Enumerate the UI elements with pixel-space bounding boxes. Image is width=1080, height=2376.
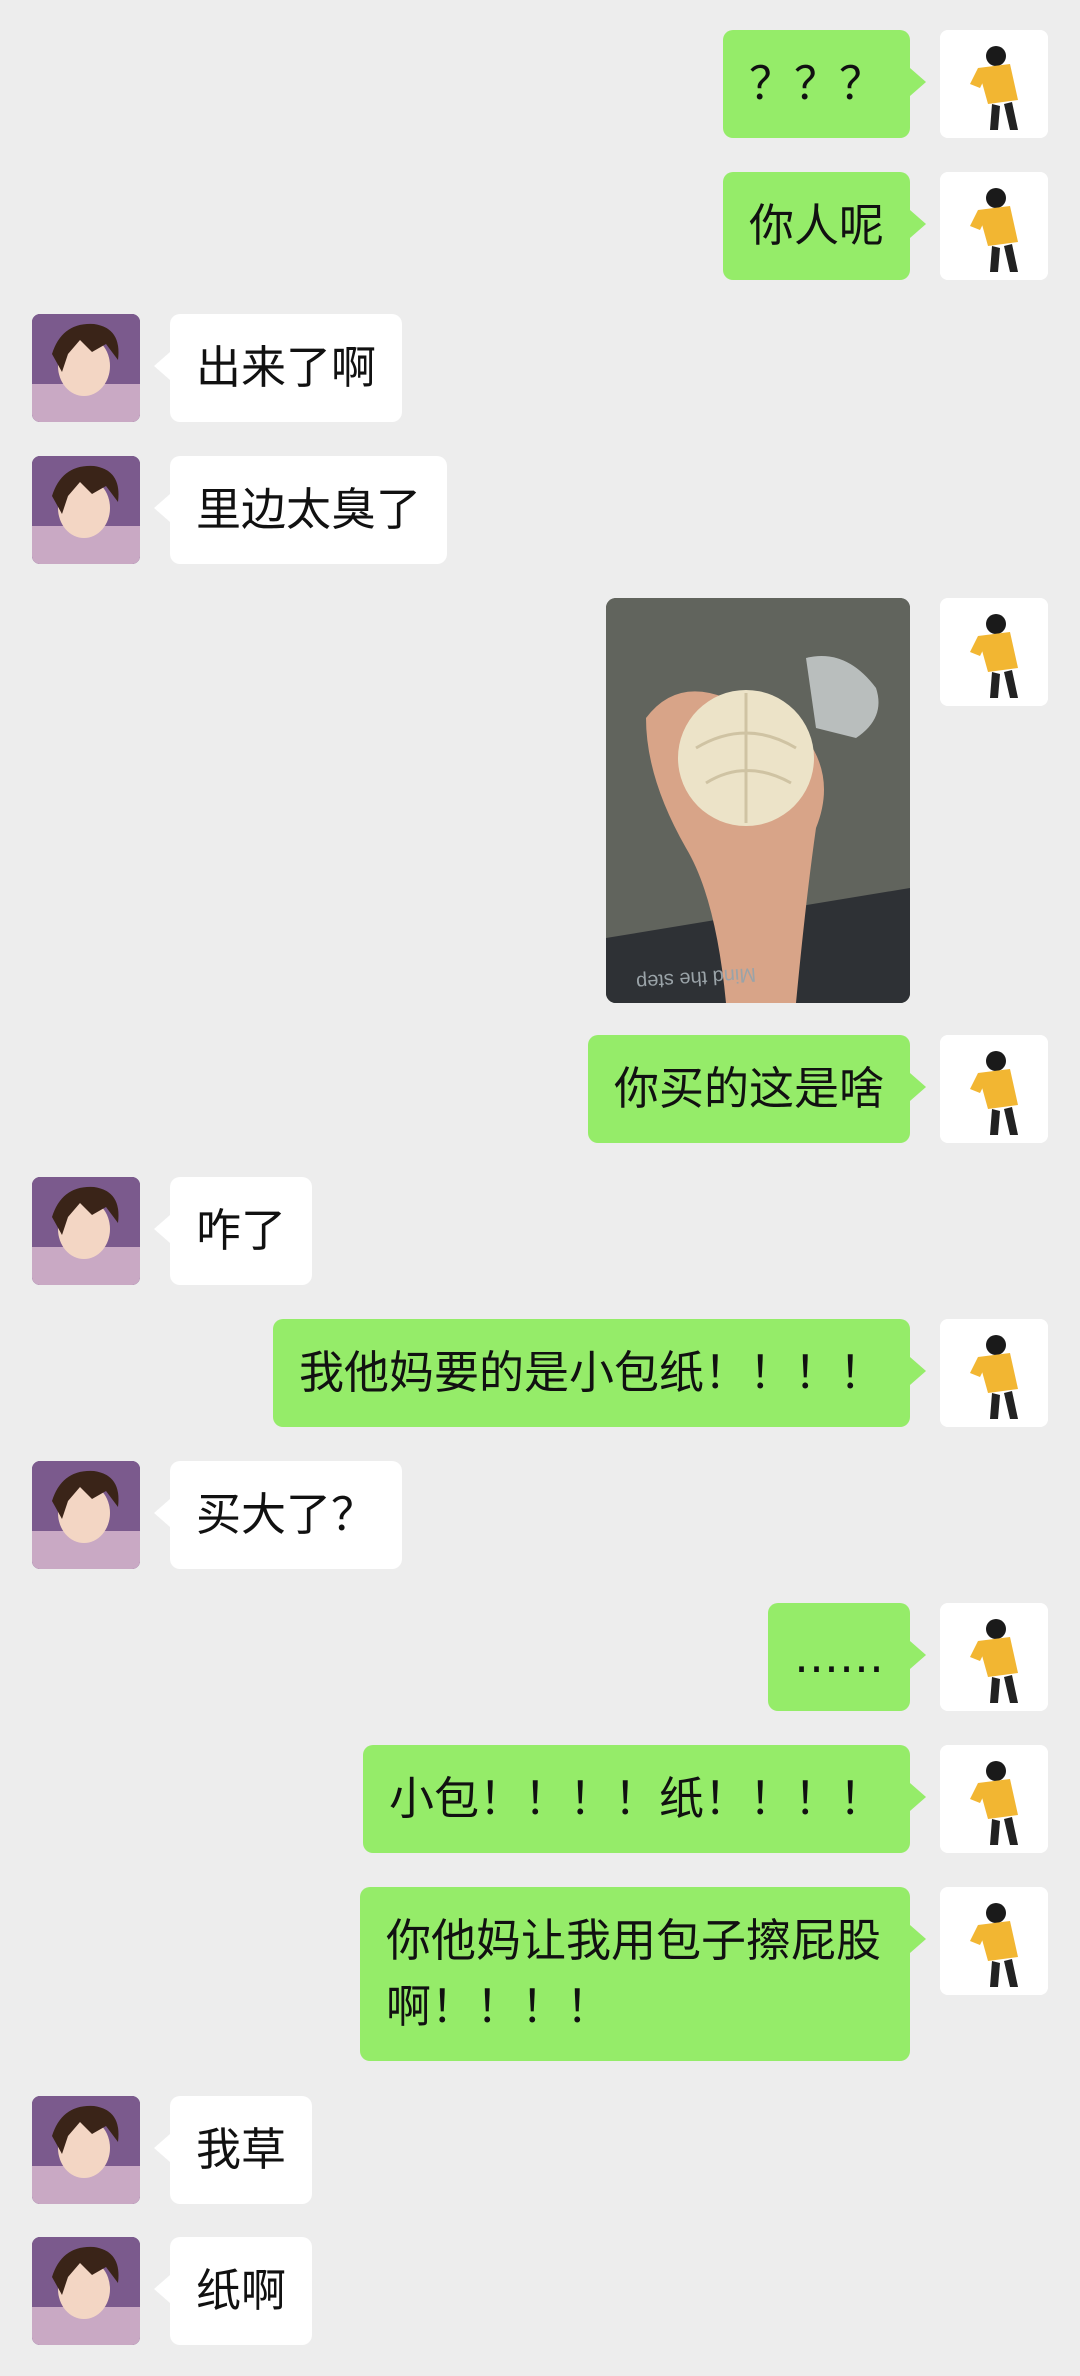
contact-avatar[interactable] [32, 1461, 140, 1569]
my-avatar[interactable] [940, 1603, 1048, 1711]
sent-message-bubble[interactable]: 你他妈让我用包子擦屁股啊！！！！ [360, 1887, 926, 2061]
received-message-bubble[interactable]: 里边太臭了 [153, 456, 448, 564]
my-avatar[interactable] [940, 1887, 1048, 1995]
yellow-shirt-figure-icon [940, 172, 1048, 280]
sent-message-bubble[interactable]: 你买的这是啥 [587, 1035, 927, 1143]
yellow-shirt-figure-icon [940, 1035, 1048, 1143]
received-message-bubble[interactable]: 纸啊 [153, 2237, 313, 2345]
received-message-bubble[interactable]: 买大了？ [153, 1461, 403, 1569]
yellow-shirt-figure-icon [940, 1319, 1048, 1427]
yellow-shirt-figure-icon [940, 1745, 1048, 1853]
yellow-shirt-figure-icon [940, 1603, 1048, 1711]
anime-boy-avatar-icon [32, 456, 140, 564]
my-avatar[interactable] [940, 172, 1048, 280]
received-message-bubble[interactable]: 咋了 [153, 1177, 313, 1285]
contact-avatar[interactable] [32, 314, 140, 422]
contact-avatar[interactable] [32, 2096, 140, 2204]
anime-boy-avatar-icon [32, 1461, 140, 1569]
sent-message-bubble[interactable]: 我他妈要的是小包纸！！！！ [272, 1319, 927, 1427]
sent-message-bubble[interactable]: 你人呢 [722, 172, 927, 280]
sent-message-bubble[interactable]: ？？？ [722, 30, 927, 138]
anime-boy-avatar-icon [32, 2237, 140, 2345]
sent-message-bubble[interactable]: 小包！！！！纸！！！！ [362, 1745, 927, 1853]
contact-avatar[interactable] [32, 1177, 140, 1285]
image-message[interactable]: Mind the step [606, 598, 910, 1003]
anime-boy-avatar-icon [32, 314, 140, 422]
steamed-bun-photo-icon [606, 598, 910, 1003]
my-avatar[interactable] [940, 1035, 1048, 1143]
yellow-shirt-figure-icon [940, 598, 1048, 706]
contact-avatar[interactable] [32, 2237, 140, 2345]
my-avatar[interactable] [940, 1319, 1048, 1427]
received-message-bubble[interactable]: 出来了啊 [153, 314, 403, 422]
my-avatar[interactable] [940, 598, 1048, 706]
yellow-shirt-figure-icon [940, 30, 1048, 138]
received-message-bubble[interactable]: 我草 [153, 2096, 313, 2204]
my-avatar[interactable] [940, 1745, 1048, 1853]
anime-boy-avatar-icon [32, 1177, 140, 1285]
yellow-shirt-figure-icon [940, 1887, 1048, 1995]
my-avatar[interactable] [940, 30, 1048, 138]
chat-message-list[interactable]: ？？？ 你人呢 出来了啊 里边太臭了 Mind the step 你买的这是啥 … [0, 0, 1080, 2376]
sent-message-bubble[interactable]: …… [768, 1603, 926, 1711]
anime-boy-avatar-icon [32, 2096, 140, 2204]
contact-avatar[interactable] [32, 456, 140, 564]
